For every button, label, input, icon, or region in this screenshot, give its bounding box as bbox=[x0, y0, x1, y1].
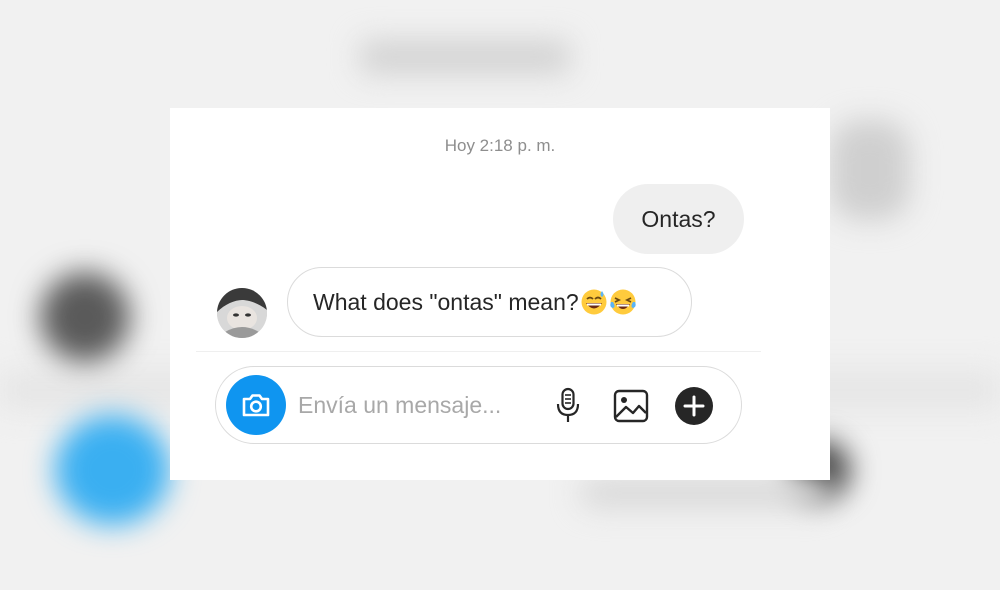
voice-message-button[interactable] bbox=[548, 386, 588, 426]
incoming-message-text: What does "ontas" mean? bbox=[313, 288, 579, 315]
message-timestamp: Hoy 2:18 p. m. bbox=[444, 136, 556, 155]
message-composer bbox=[215, 366, 742, 444]
gallery-icon bbox=[613, 389, 649, 423]
plus-icon bbox=[675, 387, 713, 425]
blurred-bubble bbox=[830, 120, 910, 220]
message-input[interactable] bbox=[298, 389, 538, 421]
incoming-message-bubble[interactable]: What does "ontas" mean? bbox=[287, 267, 692, 337]
camera-icon bbox=[242, 394, 270, 417]
microphone-icon bbox=[556, 387, 580, 422]
avatar[interactable] bbox=[217, 288, 267, 338]
blurred-toolbar bbox=[580, 478, 830, 508]
gallery-button[interactable] bbox=[611, 386, 651, 426]
divider bbox=[196, 351, 761, 352]
chat-panel: Hoy 2:18 p. m. Ontas? What does "ontas" … bbox=[170, 108, 830, 480]
outgoing-message-text: Ontas? bbox=[641, 205, 716, 232]
camera-button[interactable] bbox=[226, 375, 286, 435]
grinning-sweat-emoji bbox=[581, 289, 607, 315]
tears-of-joy-emoji bbox=[609, 289, 636, 315]
more-options-button[interactable] bbox=[674, 386, 714, 426]
blurred-avatar bbox=[40, 272, 130, 362]
blurred-camera-button bbox=[55, 415, 170, 525]
outgoing-message-bubble[interactable]: Ontas? bbox=[613, 184, 744, 254]
blurred-header-title bbox=[360, 40, 570, 74]
